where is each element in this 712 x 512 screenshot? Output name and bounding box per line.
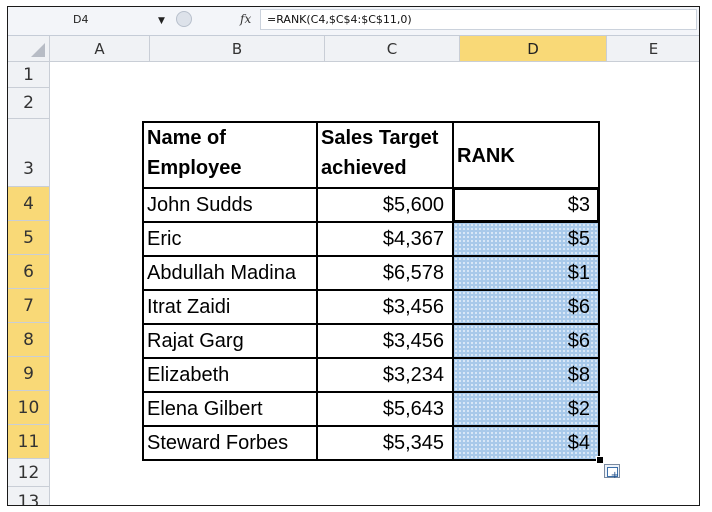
cell-name[interactable]: Rajat Garg [142, 323, 318, 359]
cell-name[interactable]: Abdullah Madina [142, 255, 318, 291]
header-rank: RANK [457, 145, 515, 167]
spreadsheet-window: D4 ▼ fx =RANK(C4,$C$4:$C$11,0) A B C D E… [7, 6, 700, 506]
cell-rank[interactable]: $2 [452, 391, 600, 427]
cell-rank-active[interactable]: $3 [452, 187, 600, 223]
header-cell-sales[interactable]: Sales Target achieved [316, 121, 454, 189]
cell-name[interactable]: Elizabeth [142, 357, 318, 393]
header-cell-rank[interactable]: RANK [452, 121, 600, 189]
cell-name[interactable]: Elena Gilbert [142, 391, 318, 427]
row-header-10[interactable]: 10 [8, 391, 50, 425]
row-header-9[interactable]: 9 [8, 357, 50, 391]
header-cell-name[interactable]: Name of Employee [142, 121, 318, 189]
cell-name[interactable]: Itrat Zaidi [142, 289, 318, 325]
column-header-a[interactable]: A [50, 36, 150, 62]
formula-bar-grip-icon[interactable] [176, 11, 192, 27]
cell-sales[interactable]: $3,456 [316, 323, 454, 359]
cell-name[interactable]: Steward Forbes [142, 425, 318, 461]
dropdown-arrow-icon[interactable]: ▼ [158, 10, 165, 32]
cell-sales[interactable]: $3,456 [316, 289, 454, 325]
column-header-e[interactable]: E [607, 36, 699, 62]
cell-sales[interactable]: $6,578 [316, 255, 454, 291]
formula-input[interactable]: =RANK(C4,$C$4:$C$11,0) [260, 9, 697, 30]
header-sales-line1: Sales Target [321, 127, 439, 149]
cell-sales[interactable]: $5,345 [316, 425, 454, 461]
name-box[interactable]: D4 ▼ [8, 9, 173, 31]
row-header-7[interactable]: 7 [8, 289, 50, 323]
select-all-corner[interactable] [8, 36, 50, 62]
cell-rank[interactable]: $8 [452, 357, 600, 393]
name-box-value: D4 [73, 13, 89, 26]
fill-handle[interactable] [596, 456, 604, 464]
header-name-line2: Employee [147, 157, 242, 179]
header-sales-line2: achieved [321, 157, 407, 179]
row-header-6[interactable]: 6 [8, 255, 50, 289]
cell-name[interactable]: Eric [142, 221, 318, 257]
cell-rank[interactable]: $6 [452, 323, 600, 359]
paste-options-icon[interactable] [604, 464, 620, 481]
column-header-b[interactable]: B [150, 36, 325, 62]
cell-sales[interactable]: $5,643 [316, 391, 454, 427]
cell-rank[interactable]: $5 [452, 221, 600, 257]
column-header-d[interactable]: D [460, 36, 607, 62]
cell-sales[interactable]: $5,600 [316, 187, 454, 223]
cell-sales[interactable]: $4,367 [316, 221, 454, 257]
column-header-c[interactable]: C [325, 36, 460, 62]
cell-sales[interactable]: $3,234 [316, 357, 454, 393]
row-header-12[interactable]: 12 [8, 459, 50, 487]
cell-rank[interactable]: $4 [452, 425, 600, 461]
row-header-13[interactable]: 13 [8, 487, 50, 505]
formula-bar: D4 ▼ fx =RANK(C4,$C$4:$C$11,0) [8, 7, 699, 36]
cell-rank[interactable]: $6 [452, 289, 600, 325]
fx-icon[interactable]: fx [240, 12, 251, 26]
row-header-2[interactable]: 2 [8, 88, 50, 119]
cell-name[interactable]: John Sudds [142, 187, 318, 223]
row-header-3[interactable]: 3 [8, 119, 50, 187]
header-name-line1: Name of [147, 127, 226, 149]
row-header-1[interactable]: 1 [8, 62, 50, 88]
row-header-4[interactable]: 4 [8, 187, 50, 221]
row-header-5[interactable]: 5 [8, 221, 50, 255]
row-header-8[interactable]: 8 [8, 323, 50, 357]
cell-rank[interactable]: $1 [452, 255, 600, 291]
row-header-11[interactable]: 11 [8, 425, 50, 459]
